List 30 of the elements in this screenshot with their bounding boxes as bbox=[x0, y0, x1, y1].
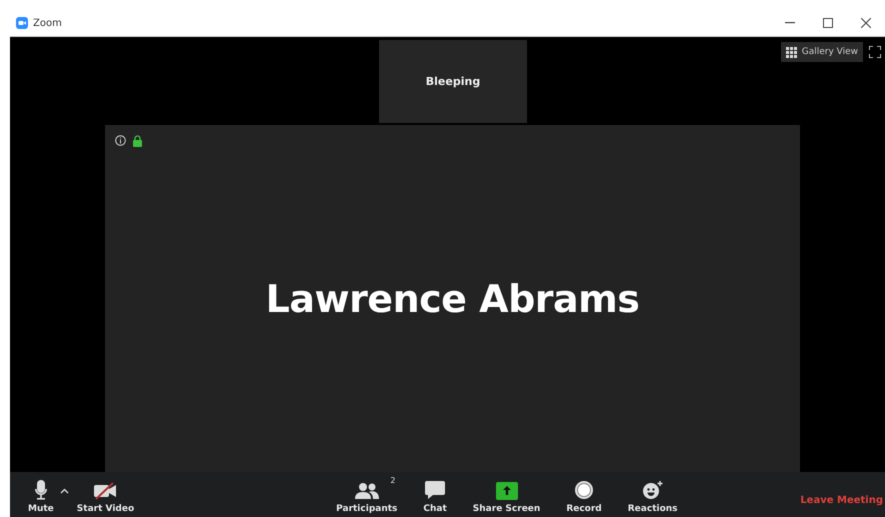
speech-bubble-icon bbox=[424, 480, 446, 500]
app-logo-icon bbox=[16, 17, 28, 29]
mute-button[interactable]: Mute bbox=[22, 474, 60, 514]
minimize-icon[interactable] bbox=[785, 22, 795, 24]
maximize-icon[interactable] bbox=[823, 18, 833, 28]
microphone-icon bbox=[34, 480, 48, 500]
camera-off-icon bbox=[93, 482, 118, 500]
close-icon[interactable] bbox=[861, 18, 871, 28]
record-icon bbox=[574, 480, 594, 500]
share-button[interactable]: Share Screen bbox=[466, 474, 546, 514]
caret-icon[interactable] bbox=[60, 488, 69, 494]
participant-name: Bleeping bbox=[426, 75, 480, 88]
fullscreen-icon[interactable] bbox=[869, 46, 881, 58]
video-button[interactable]: Start Video bbox=[70, 474, 140, 514]
smiley-icon bbox=[642, 480, 664, 500]
reactions-button[interactable]: Reactions bbox=[622, 474, 684, 514]
share-screen-icon bbox=[496, 482, 518, 500]
window-title: Zoom bbox=[33, 18, 63, 28]
participant-name: Lawrence Abrams bbox=[266, 276, 640, 320]
leave-meeting-button[interactable]: Leave Meeting bbox=[800, 495, 883, 506]
grid-icon bbox=[786, 46, 797, 58]
gallery-view-button[interactable]: Gallery View bbox=[780, 42, 863, 62]
participant-count: 2 bbox=[390, 476, 396, 485]
participant-thumbnail[interactable]: Bleeping bbox=[379, 40, 527, 123]
lock-icon[interactable] bbox=[133, 135, 142, 147]
record-button[interactable]: Record bbox=[560, 474, 608, 514]
info-icon[interactable] bbox=[115, 135, 126, 146]
people-icon bbox=[354, 482, 379, 500]
chat-button[interactable]: Chat bbox=[417, 474, 453, 514]
participants-button[interactable]: Participants 2 bbox=[330, 474, 404, 514]
